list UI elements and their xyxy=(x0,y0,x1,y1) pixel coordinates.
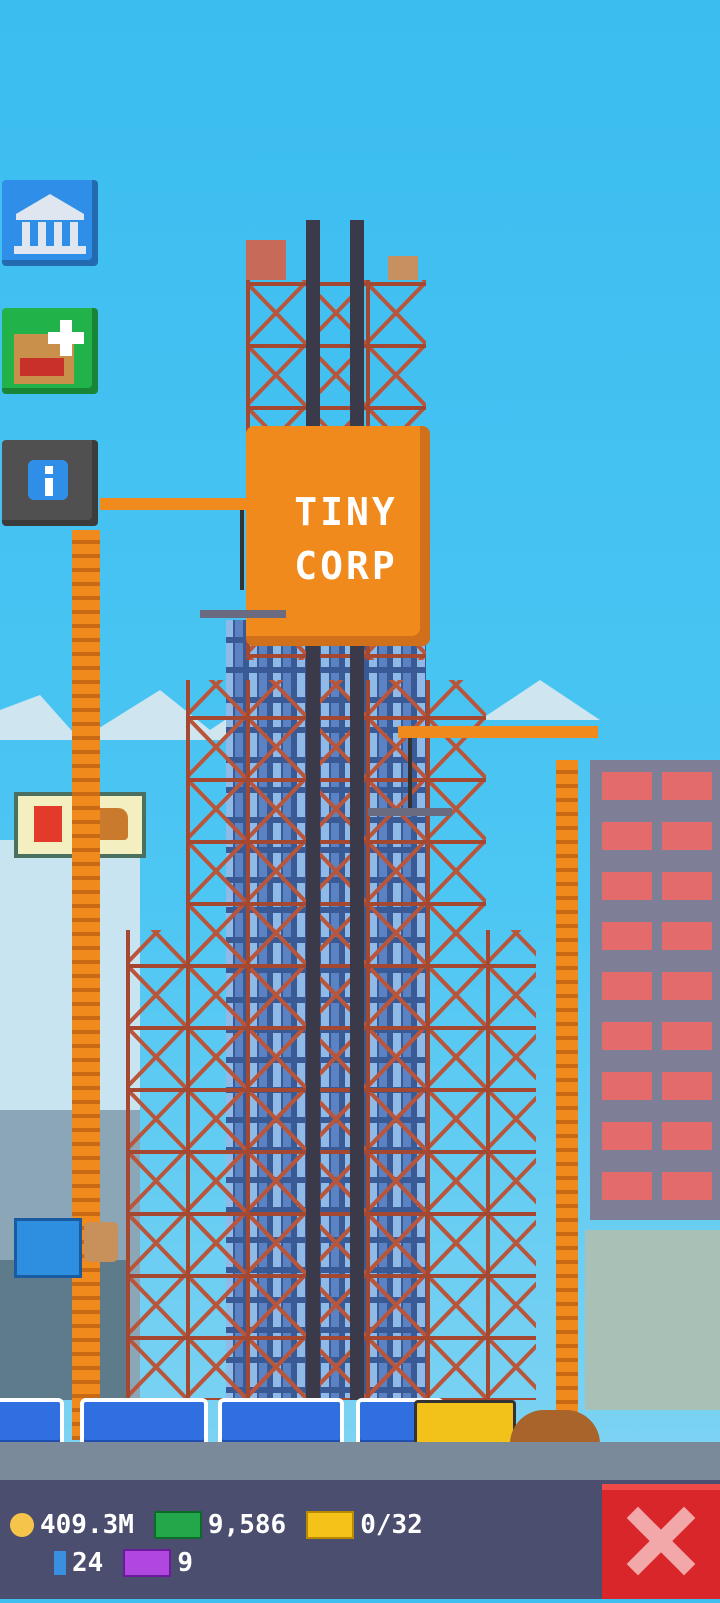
ticket-icon xyxy=(306,1511,355,1539)
vip-icon xyxy=(123,1549,172,1577)
building-right-windows xyxy=(602,772,712,1200)
tickets-counter: 0/32 xyxy=(306,1510,423,1540)
gem-icon xyxy=(54,1551,66,1575)
bank-icon xyxy=(14,194,86,254)
build-floor-button[interactable] xyxy=(2,308,98,394)
crane-right-load xyxy=(368,808,452,816)
close-icon xyxy=(626,1506,696,1576)
bulldozer xyxy=(414,1400,516,1446)
sign-line-1: TINY xyxy=(294,490,398,534)
build-floor-icon xyxy=(14,320,84,384)
bux-value: 9,586 xyxy=(207,1510,287,1540)
close-button[interactable] xyxy=(602,1484,720,1599)
bux-icon xyxy=(153,1511,202,1539)
sign-line-2: CORP xyxy=(294,544,398,588)
crane-left-hook xyxy=(240,510,244,590)
tower-under-construction xyxy=(126,220,536,1400)
billboard-screen xyxy=(14,1218,82,1278)
hud-row-bottom: 24 9 xyxy=(54,1548,213,1578)
worker-character xyxy=(84,1222,118,1262)
vip-value: 9 xyxy=(177,1548,193,1578)
crane-left-load xyxy=(200,610,286,618)
crane-left-jib xyxy=(100,498,250,510)
coin-icon xyxy=(10,1513,34,1537)
hud-row-top: 409.3M 9,586 0/32 xyxy=(10,1510,443,1540)
street-ground xyxy=(0,1442,720,1480)
gems-counter: 24 xyxy=(54,1548,103,1578)
crane-right-mast xyxy=(556,760,578,1440)
coins-counter: 409.3M xyxy=(10,1510,134,1540)
bank-button[interactable] xyxy=(2,180,98,266)
crane-right-hook xyxy=(408,738,412,808)
background-building-left-3 xyxy=(0,1260,130,1400)
gems-value: 24 xyxy=(72,1548,104,1578)
info-icon xyxy=(28,460,68,500)
tickets-value: 0/32 xyxy=(360,1510,423,1540)
info-button[interactable] xyxy=(2,440,98,526)
game-scene: TINY CORP xyxy=(0,0,720,1480)
bux-counter: 9,586 xyxy=(153,1510,287,1540)
background-building-right-lower xyxy=(585,1230,720,1410)
crane-left-mast xyxy=(72,530,100,1440)
vip-counter: 9 xyxy=(123,1548,193,1578)
coins-value: 409.3M xyxy=(40,1510,134,1540)
crane-right-jib xyxy=(398,726,598,738)
fries-icon xyxy=(34,806,62,842)
